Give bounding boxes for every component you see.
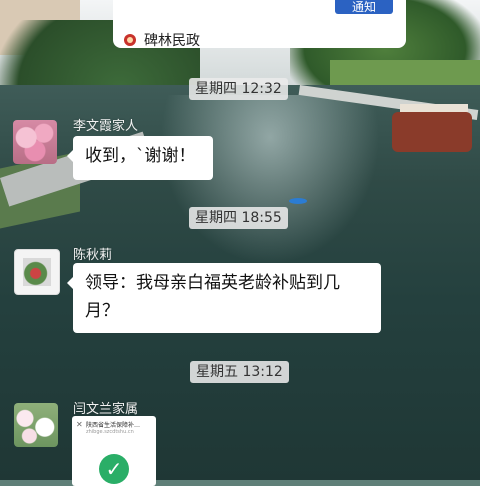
- close-icon: ✕: [76, 420, 83, 429]
- chat-background: [0, 0, 480, 480]
- message-timestamp: 星期五 13:12: [190, 361, 289, 383]
- message-timestamp: 星期四 18:55: [189, 207, 288, 229]
- sender-name: 闫文兰家属: [73, 402, 139, 417]
- emblem-icon: [124, 34, 136, 46]
- white-flower-avatar[interactable]: [14, 403, 58, 447]
- shared-mini-program-card[interactable]: ✕ 陕西省生活保障补… zhibge.szcdtshu.cn ✓: [72, 416, 156, 486]
- sky-reflection: [160, 95, 380, 265]
- message-timestamp: 星期四 12:32: [189, 78, 288, 100]
- boat: [392, 112, 472, 152]
- blossom-avatar[interactable]: [13, 120, 57, 164]
- message-bubble[interactable]: 领导：我母亲白福英老龄补贴到几月？: [67, 263, 381, 333]
- buoy: [289, 198, 307, 204]
- card-url: zhibge.szcdtshu.cn: [86, 429, 134, 435]
- article-source: 碑林民政: [124, 31, 200, 49]
- flower-pot-avatar[interactable]: [14, 249, 60, 295]
- card-title: 陕西省生活保障补…: [86, 422, 141, 429]
- notice-button[interactable]: 通知: [335, 0, 393, 14]
- message-bubble[interactable]: 收到，`谢谢！: [67, 136, 213, 180]
- sender-name: 陈秋莉: [73, 248, 113, 263]
- source-name: 碑林民政: [144, 33, 200, 49]
- sender-name: 李文霞家人: [73, 119, 139, 134]
